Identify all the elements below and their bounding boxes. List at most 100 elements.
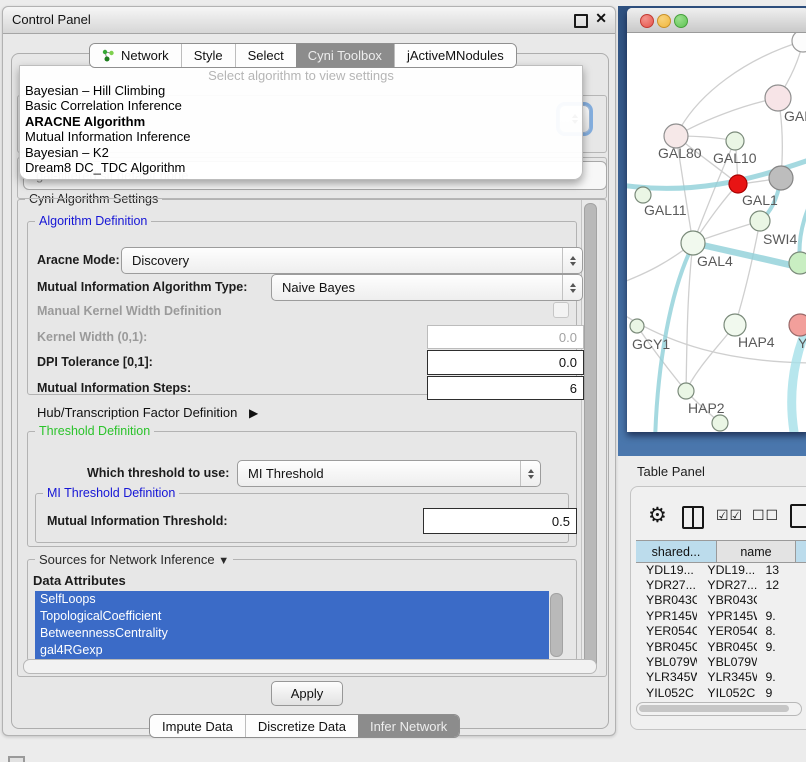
split-columns-icon[interactable]	[682, 506, 704, 529]
which-threshold-combo[interactable]: MI Threshold	[237, 460, 541, 487]
node-label: GAL11	[644, 202, 687, 218]
network-node[interactable]	[792, 33, 806, 52]
node-label: HAP4	[738, 334, 775, 350]
table-hscrollbar-thumb[interactable]	[639, 705, 789, 712]
close-traffic-icon[interactable]	[640, 14, 654, 28]
dropdown-item[interactable]: Bayesian – Hill Climbing	[20, 83, 582, 98]
table-cell: YLR345W	[636, 670, 697, 684]
data-attributes-label: Data Attributes	[33, 573, 126, 588]
mi-steps-field[interactable]: 6	[427, 376, 584, 400]
gear-icon[interactable]: ⚙	[648, 503, 667, 528]
tab-network[interactable]: Network	[90, 44, 181, 67]
zoom-traffic-icon[interactable]	[674, 14, 688, 28]
table-row[interactable]: YBR045CYBR045C9.	[636, 639, 804, 654]
dropdown-item[interactable]: Basic Correlation Inference	[20, 98, 582, 113]
network-node-gal10[interactable]	[726, 132, 744, 150]
node-label: SWI4	[763, 231, 797, 247]
column-header[interactable]: A	[796, 540, 806, 563]
table-row[interactable]: YBR043CYBR043C	[636, 593, 804, 608]
network-node-y[interactable]	[789, 314, 806, 336]
attribute-item[interactable]: gal4RGexp	[35, 642, 549, 659]
column-header[interactable]: shared...	[636, 540, 717, 563]
network-node[interactable]	[712, 415, 728, 431]
control-panel-tabbar: Network Style SelectCyni Toolbox jActiveMNo…	[89, 43, 517, 68]
tab-label: jActiveMNodules	[407, 48, 504, 63]
corner-widget-icon[interactable]	[8, 756, 25, 762]
tab-style[interactable]: Style	[181, 44, 235, 67]
manual-kernel-checkbox[interactable]	[553, 302, 569, 318]
table-row[interactable]: YBL079WYBL079W	[636, 654, 804, 669]
document-icon[interactable]	[790, 504, 806, 528]
sources-title[interactable]: Sources for Network Inference ▼	[35, 552, 233, 567]
tab-infer-network[interactable]: Infer Network	[358, 715, 459, 737]
table-cell: YER054C	[636, 624, 697, 638]
network-node-hap4[interactable]	[724, 314, 746, 336]
minimize-traffic-icon[interactable]	[657, 14, 671, 28]
network-node-hap2[interactable]	[678, 383, 694, 399]
algorithm-definition-title: Algorithm Definition	[35, 214, 151, 228]
attribute-item[interactable]: SelfLoops	[35, 591, 549, 608]
aracne-mode-combo[interactable]: Discovery	[121, 247, 583, 274]
dropdown-item[interactable]: Bayesian – K2	[20, 145, 582, 160]
attributes-scrollbar-thumb[interactable]	[550, 593, 563, 657]
network-node-gal1[interactable]	[729, 175, 747, 193]
table-row[interactable]: YDR27...YDR27...12	[636, 577, 804, 592]
cyni-bottom-tabbar: Impute DataDiscretize DataInfer Network	[149, 714, 460, 738]
table-cell: YER054C	[697, 624, 757, 638]
settings-hscrollbar[interactable]	[23, 659, 597, 674]
table-row[interactable]: YER054CYER054C8.	[636, 624, 804, 639]
mi-type-combo[interactable]: Naive Bayes	[271, 274, 583, 301]
kernel-width-label: Kernel Width (0,1):	[37, 330, 147, 344]
attribute-item[interactable]: BetweennessCentrality	[35, 625, 549, 642]
network-node-gal4[interactable]	[681, 231, 705, 255]
manual-kernel-label: Manual Kernel Width Definition	[37, 304, 222, 318]
tab-jactivemnodules[interactable]: jActiveMNodules	[394, 44, 516, 67]
table-cell: YBL079W	[636, 655, 697, 669]
checked-boxes-icon[interactable]: ☑☑	[716, 507, 743, 524]
table-cell: YBR045C	[697, 640, 757, 654]
dropdown-item[interactable]: ARACNE Algorithm	[20, 114, 582, 129]
table-cell: YDL19...	[697, 563, 757, 577]
table-row[interactable]: YIL052CYIL052C9	[636, 685, 804, 700]
settings-scrollbar-thumb[interactable]	[584, 203, 597, 669]
close-icon[interactable]: ✕	[595, 10, 607, 27]
network-canvas[interactable]: GALGAL80GAL10GAL1GAL11SWI4GAL4GCY1HAP4YH…	[627, 33, 806, 432]
tab-cyni-toolbox[interactable]: Cyni Toolbox	[296, 44, 394, 67]
tab-label: Style	[194, 48, 223, 63]
dropdown-item[interactable]: Mutual Information Inference	[20, 129, 582, 144]
table-row[interactable]: YDL19...YDL19...13	[636, 562, 804, 577]
apply-button[interactable]: Apply	[271, 681, 343, 706]
network-node[interactable]	[769, 166, 793, 190]
table-row[interactable]: YLR345WYLR345W9.	[636, 670, 804, 685]
settings-scrollbar-track[interactable]	[581, 200, 599, 674]
network-node-gcy1[interactable]	[630, 319, 644, 333]
tab-select[interactable]: Select	[235, 44, 296, 67]
collapse-down-icon: ▼	[218, 555, 229, 567]
apply-button-label: Apply	[291, 686, 324, 701]
mi-type-label: Mutual Information Algorithm Type:	[37, 280, 247, 294]
mi-steps-label: Mutual Information Steps:	[37, 381, 191, 395]
mi-threshold-title: MI Threshold Definition	[43, 486, 179, 500]
kernel-width-field[interactable]: 0.0	[427, 325, 584, 349]
data-attributes-list[interactable]: SelfLoopsTopologicalCoefficientBetweenne…	[35, 591, 549, 659]
dropdown-item[interactable]: Dream8 DC_TDC Algorithm	[20, 160, 582, 175]
dpi-tolerance-label: DPI Tolerance [0,1]:	[37, 355, 153, 369]
which-threshold-label: Which threshold to use:	[87, 466, 229, 480]
tab-impute-data[interactable]: Impute Data	[150, 715, 245, 737]
aracne-mode-label: Aracne Mode:	[37, 253, 120, 267]
network-window-titlebar[interactable]	[627, 8, 806, 33]
tab-discretize-data[interactable]: Discretize Data	[245, 715, 358, 737]
column-header[interactable]: name	[717, 540, 796, 563]
table-cell: 9.	[757, 609, 804, 623]
network-node-gal11[interactable]	[635, 187, 651, 203]
dpi-tolerance-field[interactable]: 0.0	[427, 350, 584, 375]
table-hscrollbar[interactable]	[636, 702, 802, 716]
network-node[interactable]	[789, 252, 806, 274]
unchecked-boxes-icon[interactable]: ☐☐	[752, 507, 779, 524]
network-node-swi4[interactable]	[750, 211, 770, 231]
hub-definition-toggle[interactable]: Hub/Transcription Factor Definition ▶	[37, 405, 258, 420]
attribute-item[interactable]: TopologicalCoefficient	[35, 608, 549, 625]
float-window-icon[interactable]	[574, 14, 588, 28]
mi-threshold-field[interactable]: 0.5	[423, 508, 577, 534]
table-row[interactable]: YPR145WYPR145W9.	[636, 608, 804, 623]
